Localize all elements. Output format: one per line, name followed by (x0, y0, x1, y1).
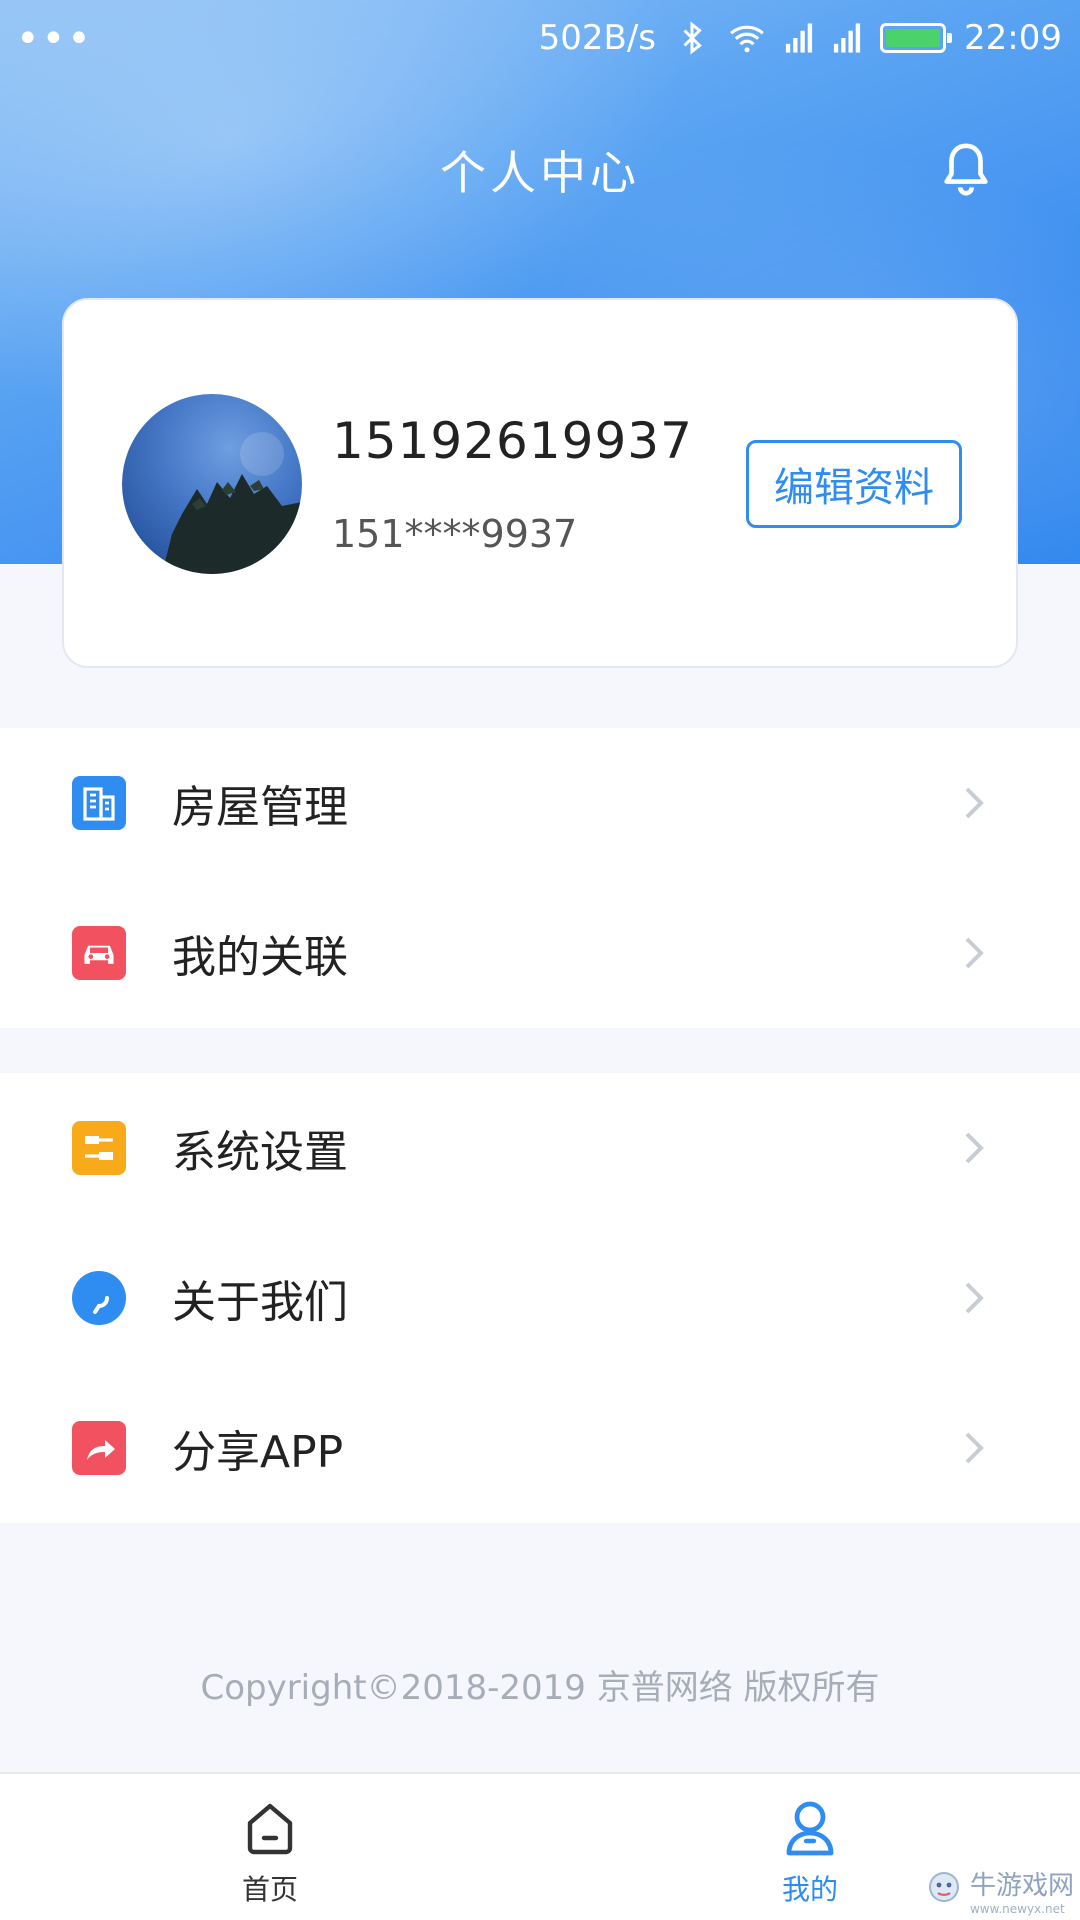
menu-label: 系统设置 (172, 1127, 348, 1178)
menu-group-2: 系统设置 关于我们 分享APP (0, 1073, 1080, 1523)
bluetooth-icon (674, 18, 710, 58)
chevron-right-icon (954, 1278, 994, 1318)
signal-icon (832, 18, 862, 58)
watermark-url: www.newyx.net (969, 1902, 1065, 1916)
watermark: 牛游戏网 www.newyx.net (924, 1865, 1074, 1916)
chevron-right-icon (954, 1128, 994, 1168)
menu-label: 房屋管理 (172, 782, 348, 833)
tab-home[interactable]: 首页 (170, 1774, 370, 1920)
menu-item-system-settings[interactable]: 系统设置 (0, 1073, 1080, 1223)
user-phone: 15192619937 (332, 412, 693, 470)
tab-home-label: 首页 (241, 1873, 298, 1906)
watermark-mascot-icon (924, 1867, 964, 1914)
chevron-right-icon (954, 1428, 994, 1468)
menu-label: 关于我们 (172, 1277, 348, 1328)
menu-item-house-management[interactable]: 房屋管理 (0, 728, 1080, 878)
status-bar: ••• 502B/s 22:09 (0, 0, 1080, 80)
tab-mine-label: 我的 (781, 1873, 838, 1906)
settings-icon (72, 1121, 126, 1175)
edit-profile-button[interactable]: 编辑资料 (746, 440, 962, 528)
masked-phone: 151****9937 (332, 512, 578, 556)
menu-item-my-links[interactable]: 我的关联 (0, 878, 1080, 1028)
home-icon (244, 1796, 296, 1860)
menu-group-1: 房屋管理 我的关联 (0, 728, 1080, 1028)
clock: 22:09 (964, 18, 1062, 58)
chevron-right-icon (954, 783, 994, 823)
car-icon (72, 926, 126, 980)
menu-item-about-us[interactable]: 关于我们 (0, 1223, 1080, 1373)
user-icon (784, 1796, 836, 1860)
share-icon (72, 1421, 126, 1475)
net-speed: 502B/s (538, 18, 657, 58)
bottom-tab-bar: 首页 我的 (0, 1772, 1080, 1920)
menu-label: 分享APP (172, 1427, 344, 1478)
copyright-text: Copyright©2018-2019 京普网络 版权所有 (200, 1668, 880, 1708)
chevron-right-icon (954, 933, 994, 973)
avatar[interactable] (122, 394, 302, 574)
tab-mine[interactable]: 我的 (710, 1774, 910, 1920)
profile-card: 15192619937 151****9937 编辑资料 (62, 298, 1018, 668)
wifi-icon (728, 18, 766, 58)
menu-item-share-app[interactable]: 分享APP (0, 1373, 1080, 1523)
more-dots-icon: ••• (16, 16, 93, 62)
menu-label: 我的关联 (172, 932, 348, 983)
battery-icon (880, 23, 953, 53)
chat-bubble-icon (72, 1271, 126, 1325)
signal-icon (784, 18, 814, 58)
building-icon (72, 776, 126, 830)
watermark-text: 牛游戏网 (969, 1871, 1074, 1901)
page-title: 个人中心 (440, 146, 640, 200)
bell-icon[interactable] (940, 140, 992, 202)
